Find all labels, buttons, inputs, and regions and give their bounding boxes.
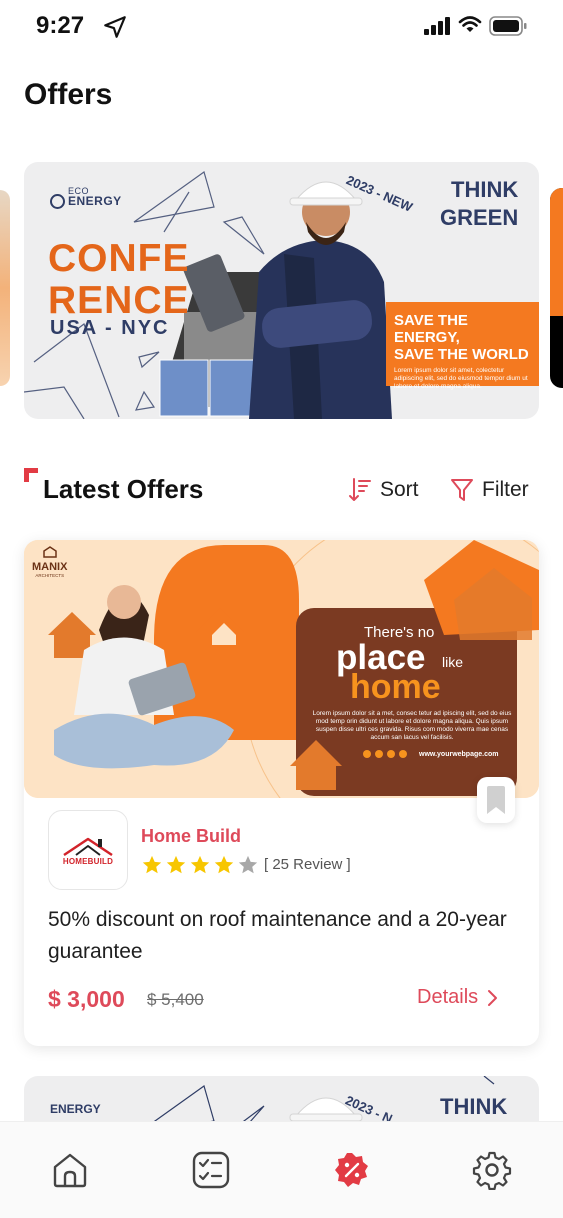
page-title: Offers: [24, 78, 113, 111]
details-link[interactable]: Details: [417, 986, 498, 1009]
filter-icon: [451, 479, 473, 501]
offer-banner: MANIX ARCHITECTS There's no place like h…: [24, 540, 539, 798]
nav-offers[interactable]: [330, 1148, 374, 1192]
brand-logo: HOMEBUILD: [48, 810, 128, 890]
nav-tasks[interactable]: [189, 1148, 233, 1192]
offer-card-2-slogan: THINK: [440, 1094, 508, 1119]
offer-description: 50% discount on roof maintenance and a 2…: [48, 908, 507, 963]
bookmark-icon: [487, 786, 505, 814]
carousel-next-card[interactable]: [550, 188, 563, 388]
hero-headline: CONFE RENCE: [48, 237, 190, 322]
current-price: $ 3,000: [48, 986, 125, 1012]
star-icon: [238, 855, 258, 874]
nav-settings[interactable]: [470, 1148, 514, 1192]
status-bar: 9:27: [0, 0, 563, 54]
section-title: Latest Offers: [43, 474, 204, 504]
status-time: 9:27: [36, 12, 85, 39]
rating-stars: [141, 854, 259, 876]
filter-button[interactable]: Filter: [450, 475, 529, 505]
filter-label: Filter: [482, 478, 529, 501]
banner-website: www.yourwebpage.com: [419, 751, 499, 758]
gear-icon: [472, 1151, 512, 1190]
details-label: Details: [417, 986, 479, 1008]
sort-label: Sort: [380, 478, 419, 501]
banner-line2-like: like: [442, 654, 464, 670]
wifi-icon: [458, 16, 482, 32]
hero-banner[interactable]: ECO ENERGY CONFE RENCE USA - NYC 2023 - …: [24, 162, 539, 419]
location-arrow-icon: [104, 16, 126, 38]
chevron-right-icon: [488, 989, 498, 1006]
star-icon: [190, 855, 210, 874]
hero-slogan: THINK GREEN: [440, 177, 519, 230]
bottom-nav: [0, 1121, 563, 1218]
offer-card-2-logo: ENERGY: [50, 1102, 101, 1116]
banner-line3: home: [350, 668, 441, 706]
original-price: $ 5,400: [147, 990, 204, 1009]
star-icon: [214, 855, 234, 874]
carousel-prev-card[interactable]: [0, 190, 10, 386]
hero-location: USA - NYC: [50, 317, 170, 339]
banner-body: Lorem ipsum dolor sit a met, consec tetu…: [312, 710, 512, 741]
star-icon: [166, 855, 186, 874]
review-count: [ 25 Review ]: [264, 856, 351, 873]
home-icon: [53, 1153, 87, 1188]
manix-logo: MANIX ARCHITECTS: [32, 546, 67, 578]
sort-button[interactable]: Sort: [348, 475, 419, 505]
sort-icon: [349, 478, 371, 501]
hero-save-box: SAVE THE ENERGY, SAVE THE WORLD Lorem ip…: [386, 302, 539, 390]
checklist-icon: [192, 1151, 230, 1189]
brand-name: Home Build: [141, 826, 242, 846]
star-icon: [142, 855, 162, 874]
cellular-signal-icon: [424, 17, 450, 35]
homebuild-roof-icon: [63, 837, 113, 856]
bookmark-button[interactable]: [477, 777, 515, 823]
battery-icon: [489, 16, 527, 36]
offer-card[interactable]: MANIX ARCHITECTS There's no place like h…: [24, 540, 539, 1046]
eco-energy-logo: ECO ENERGY: [50, 186, 122, 209]
section-accent-mark: [24, 468, 38, 482]
discount-badge-icon: [335, 1153, 368, 1187]
nav-home[interactable]: [48, 1148, 92, 1192]
